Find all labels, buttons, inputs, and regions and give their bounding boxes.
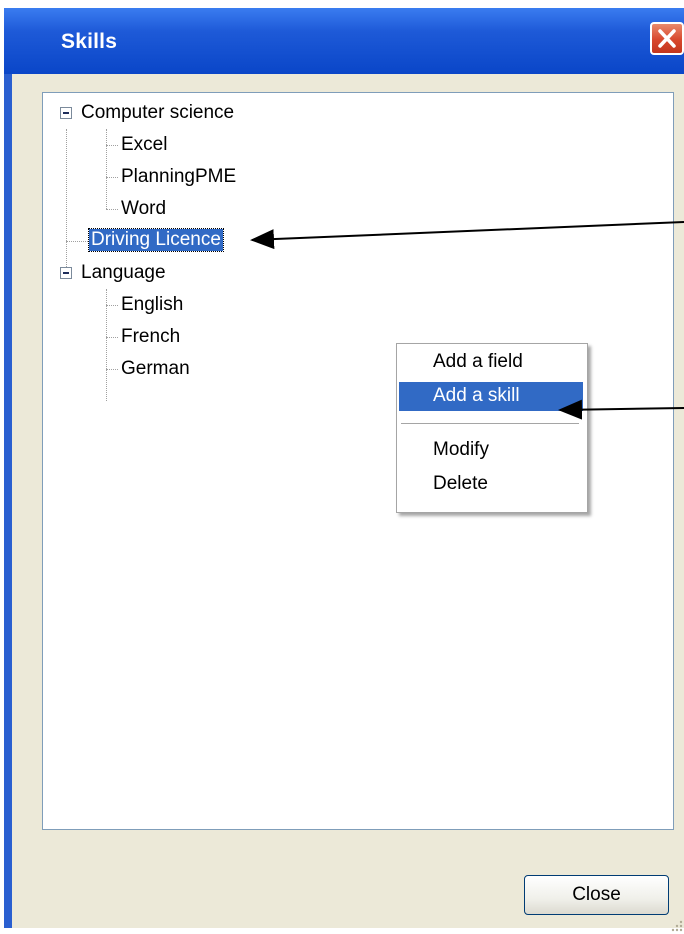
annotation-arrows <box>250 221 684 420</box>
arrow-to-add-skill <box>558 399 684 420</box>
arrow-to-driving-licence <box>250 221 684 250</box>
